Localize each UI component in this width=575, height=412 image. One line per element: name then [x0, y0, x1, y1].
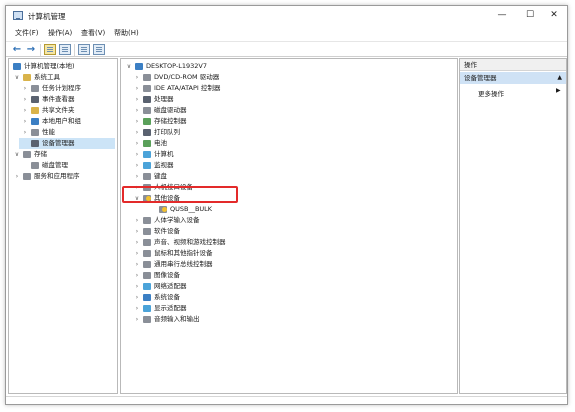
keyboard-icon	[143, 173, 151, 180]
chevron-right-icon[interactable]: ›	[133, 160, 141, 171]
computer-icon	[13, 63, 21, 70]
chevron-right-icon[interactable]: ›	[133, 127, 141, 138]
toolbar-divider	[40, 44, 41, 56]
event-log-icon	[31, 96, 39, 103]
system-device-icon	[143, 294, 151, 301]
chevron-right-icon[interactable]: ›	[21, 94, 29, 105]
menu-help[interactable]: 帮助(H)	[114, 28, 139, 38]
users-icon	[31, 118, 39, 125]
actions-pane: 操作 设备管理器 ▲ 更多操作 ▶	[459, 58, 567, 394]
computer-management-window: 计算机管理 — ☐ ✕ 文件(F) 操作(A) 查看(V) 帮助(H) ← → …	[5, 5, 568, 405]
chevron-down-icon[interactable]: ∨	[13, 72, 21, 83]
forward-arrow-icon[interactable]: →	[25, 44, 37, 55]
toolbar-divider	[74, 44, 75, 56]
display-adapter-icon	[143, 305, 151, 312]
chevron-right-icon[interactable]: ›	[133, 248, 141, 259]
battery-icon	[143, 140, 151, 147]
tools-icon	[23, 74, 31, 81]
monitor-icon	[143, 162, 151, 169]
chevron-down-icon[interactable]: ∨	[13, 149, 21, 160]
human-input-icon	[143, 217, 151, 224]
toolbar: ← →	[6, 41, 567, 57]
chevron-right-icon[interactable]: ›	[133, 72, 141, 83]
back-arrow-icon[interactable]: ←	[11, 44, 23, 55]
window-title: 计算机管理	[28, 12, 66, 21]
camera-icon	[143, 272, 151, 279]
clock-icon	[31, 85, 39, 92]
computer-icon	[143, 151, 151, 158]
help-icon[interactable]	[78, 44, 90, 55]
device-manager-icon	[31, 140, 39, 147]
disk-icon	[31, 162, 39, 169]
disk-drive-icon	[143, 107, 151, 114]
chevron-right-icon[interactable]: ›	[21, 105, 29, 116]
chevron-right-icon[interactable]: ›	[133, 171, 141, 182]
chevron-right-icon[interactable]: ›	[133, 105, 141, 116]
computer-icon	[135, 63, 143, 70]
chevron-right-icon[interactable]: ›	[133, 94, 141, 105]
computer-management-icon	[13, 11, 23, 20]
processor-icon	[143, 96, 151, 103]
device-tree-pane: ∨ DESKTOP-L1932V7 › DVD/CD-ROM 驱动器 › IDE…	[120, 58, 458, 394]
status-bar	[6, 396, 567, 404]
actions-section-device-manager[interactable]: 设备管理器 ▲	[460, 72, 566, 84]
unknown-device-warning-icon	[159, 206, 167, 213]
actions-header: 操作	[460, 59, 566, 71]
chevron-right-icon[interactable]: ›	[133, 226, 141, 237]
chevron-right-icon[interactable]: ›	[133, 270, 141, 281]
submenu-arrow-icon[interactable]: ▶	[556, 87, 561, 94]
more-actions-link[interactable]: 更多操作	[478, 88, 504, 98]
properties-icon[interactable]	[93, 44, 105, 55]
services-icon	[23, 173, 31, 180]
other-devices-highlight-box	[122, 186, 238, 203]
usb-icon	[143, 261, 151, 268]
title-bar: 计算机管理 — ☐ ✕	[6, 6, 567, 26]
storage-icon	[23, 151, 31, 158]
actions-section-label: 设备管理器	[464, 74, 497, 82]
chevron-right-icon[interactable]: ›	[21, 116, 29, 127]
show-hide-tree-icon[interactable]	[59, 44, 71, 55]
chevron-right-icon[interactable]: ›	[133, 237, 141, 248]
console-tree-pane: 计算机管理(本地) ∨ 系统工具 › 任务计划程序 › 事件查看器 › 共享文件…	[8, 58, 118, 394]
chevron-right-icon[interactable]: ›	[133, 292, 141, 303]
chevron-right-icon[interactable]: ›	[133, 314, 141, 325]
chevron-right-icon[interactable]: ›	[13, 171, 21, 182]
shared-folder-icon	[31, 107, 39, 114]
chevron-right-icon[interactable]: ›	[133, 215, 141, 226]
audio-io-icon	[143, 316, 151, 323]
close-button[interactable]: ✕	[540, 8, 568, 23]
ide-controller-icon	[143, 85, 151, 92]
printer-icon	[143, 129, 151, 136]
up-folder-icon[interactable]	[44, 44, 56, 55]
chevron-right-icon[interactable]: ›	[133, 259, 141, 270]
menu-action[interactable]: 操作(A)	[48, 28, 72, 38]
minimize-button[interactable]: —	[488, 8, 516, 23]
chevron-right-icon[interactable]: ›	[133, 83, 141, 94]
dvd-drive-icon	[143, 74, 151, 81]
chevron-right-icon[interactable]: ›	[133, 149, 141, 160]
menu-bar: 文件(F) 操作(A) 查看(V) 帮助(H)	[6, 26, 567, 39]
menu-file[interactable]: 文件(F)	[15, 28, 39, 38]
performance-icon	[31, 129, 39, 136]
chevron-right-icon[interactable]: ›	[133, 116, 141, 127]
menu-view[interactable]: 查看(V)	[81, 28, 105, 38]
storage-controller-icon	[143, 118, 151, 125]
chevron-down-icon[interactable]: ∨	[125, 61, 133, 72]
chevron-right-icon[interactable]: ›	[133, 138, 141, 149]
collapse-caret-icon[interactable]: ▲	[557, 72, 562, 84]
chevron-right-icon[interactable]: ›	[133, 281, 141, 292]
network-adapter-icon	[143, 283, 151, 290]
chevron-right-icon[interactable]: ›	[21, 127, 29, 138]
chevron-right-icon[interactable]: ›	[133, 303, 141, 314]
software-device-icon	[143, 228, 151, 235]
mouse-icon	[143, 250, 151, 257]
tree-device-manager[interactable]: 设备管理器	[19, 138, 115, 149]
chevron-right-icon[interactable]: ›	[21, 83, 29, 94]
speaker-icon	[143, 239, 151, 246]
